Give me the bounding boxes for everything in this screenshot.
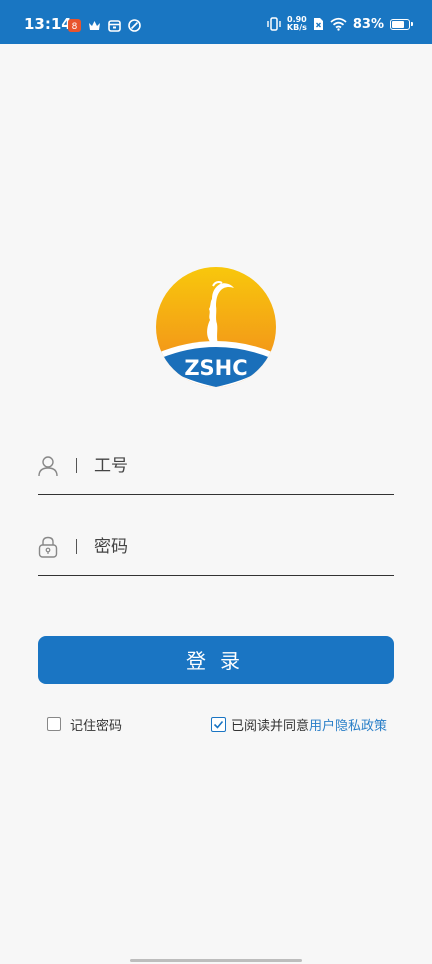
crown-icon [89,20,100,30]
home-indicator[interactable] [130,959,302,962]
check-icon [213,720,224,729]
agreement-row: 已阅读并同意 用户隐私政策 [210,715,387,734]
login-button[interactable]: 登录 [38,636,394,684]
net-speed-unit: KB/s [286,23,307,32]
wifi-icon [330,17,347,31]
status-icons-left: 8 [68,16,141,34]
username-input[interactable] [94,451,390,481]
status-icons-right: 0.90 KB/s 83% [267,13,413,35]
field-separator [76,458,77,473]
leaf-icon [128,18,141,32]
notification-app-icon: 8 [68,18,81,32]
remember-checkbox[interactable] [47,717,61,731]
remember-label: 记住密码 [70,718,123,734]
password-field [38,522,394,576]
logo-text: ZSHC [184,356,247,380]
status-time: 13:14 [24,15,72,33]
status-bar: 13:14 8 0.90 KB/s 83% [0,0,432,44]
agreement-checkbox[interactable] [210,716,226,732]
svg-text:8: 8 [72,22,78,32]
password-input[interactable] [94,532,390,562]
zshc-logo: ZSHC [156,267,276,387]
vibrate-icon [267,17,281,31]
lock-icon [38,536,58,558]
username-field [38,441,394,495]
field-separator [76,539,77,554]
battery-percent: 83% [352,16,384,32]
privacy-policy-link[interactable]: 用户隐私政策 [309,715,387,734]
battery-icon [390,18,413,30]
user-icon [38,456,58,477]
net-speed: 0.90 KB/s [287,16,307,32]
agreement-label: 已阅读并同意 [230,718,309,734]
calendar-icon [108,19,121,32]
sim-icon [313,18,323,30]
remember-password[interactable]: 记住密码 [47,715,123,734]
battery-fill [392,20,405,28]
